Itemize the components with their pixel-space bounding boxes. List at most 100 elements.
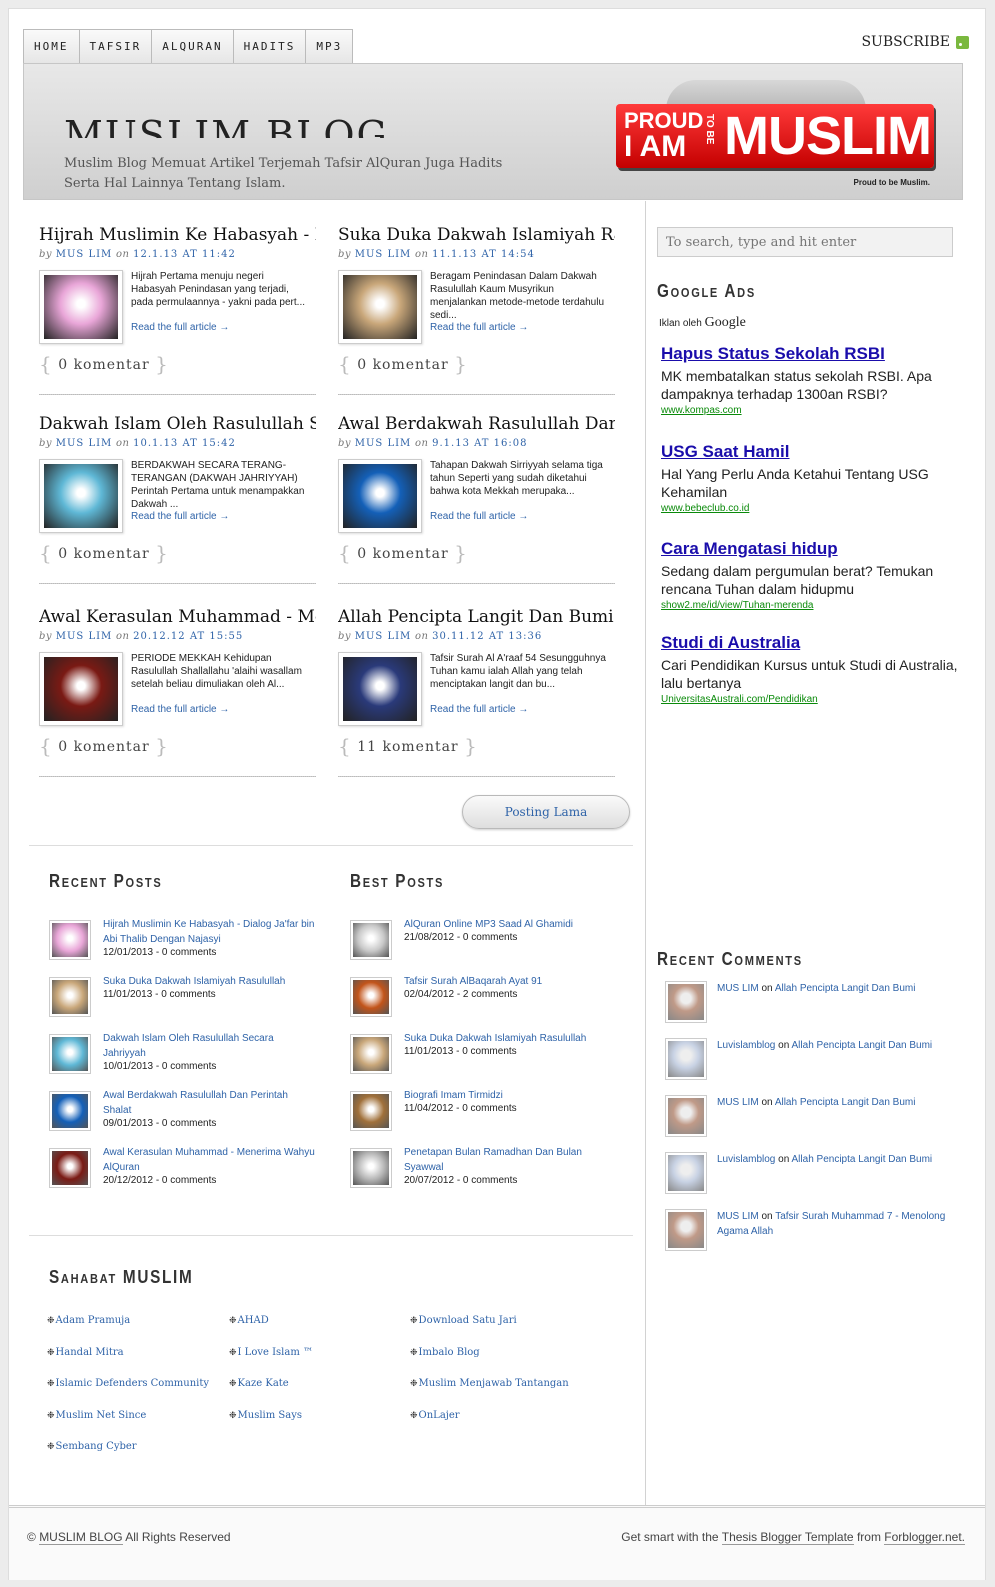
template-credit: Get smart with the Thesis Blogger Templa… [621, 1530, 965, 1545]
nav-mp3[interactable]: MP3 [305, 29, 354, 63]
comment-post-link[interactable]: Allah Pencipta Langit Dan Bumi [792, 1040, 933, 1051]
friend-link[interactable]: ❉Islamic Defenders Community [47, 1378, 209, 1389]
post-thumbnail[interactable] [338, 459, 422, 533]
post-title[interactable]: Hijrah Muslimin Ke Habasyah - Dialog Ja'… [39, 224, 316, 246]
post-author-link[interactable]: MUS LIM [355, 249, 412, 260]
post-card: Dakwah Islam Oleh Rasulullah Secara by MU… [39, 413, 316, 584]
comments-link[interactable]: { 0 komentar } [338, 352, 468, 376]
ad-url-link[interactable]: UniversitasAustrali.com/Pendidikan [661, 694, 961, 705]
post-title[interactable]: Awal Berdakwah Rasulullah Dan Perintah [338, 413, 615, 435]
friend-link[interactable]: ❉Download Satu Jari [410, 1315, 517, 1326]
mini-post-thumbnail[interactable] [49, 977, 91, 1017]
ads-by-google[interactable]: Iklan oleh Google [659, 315, 746, 331]
ad-title-link[interactable]: Hapus Status Sekolah RSBI [661, 344, 961, 364]
thesis-template-link[interactable]: Thesis Blogger Template [721, 1530, 854, 1545]
friend-link[interactable]: ❉Adam Pramuja [47, 1315, 130, 1326]
ad-url-link[interactable]: www.kompas.com [661, 405, 961, 416]
read-more-link[interactable]: Read the full article → [131, 322, 229, 333]
comments-link[interactable]: { 0 komentar } [39, 352, 169, 376]
ad-title-link[interactable]: Cara Mengatasi hidup [661, 539, 961, 559]
nav-hadits[interactable]: HADITS [232, 29, 307, 63]
read-more-link[interactable]: Read the full article → [430, 322, 528, 333]
nav-tafsir[interactable]: TAFSIR [78, 29, 153, 63]
post-thumbnail[interactable] [39, 270, 123, 344]
comment-post-link[interactable]: Allah Pencipta Langit Dan Bumi [775, 983, 916, 994]
mini-post-title[interactable]: Awal Berdakwah Rasulullah Dan Perintah S… [103, 1088, 318, 1118]
site-title[interactable]: MUSLIM BLOG [64, 114, 389, 138]
friend-link[interactable]: ❉Kaze Kate [229, 1378, 289, 1389]
mini-post-title[interactable]: Dakwah Islam Oleh Rasulullah Secara Jahr… [103, 1031, 318, 1061]
read-more-link[interactable]: Read the full article → [131, 704, 229, 715]
post-thumbnail[interactable] [39, 652, 123, 726]
avatar[interactable] [665, 1095, 707, 1137]
mini-post-thumbnail[interactable] [49, 920, 91, 960]
post-author-link[interactable]: MUS LIM [56, 249, 113, 260]
footer-blog-link[interactable]: MUSLIM BLOG [39, 1530, 123, 1545]
comment-author-link[interactable]: Luvislamblog [717, 1040, 775, 1051]
friend-link[interactable]: ❉Sembang Cyber [47, 1441, 137, 1452]
mini-post-thumbnail[interactable] [350, 1034, 392, 1074]
friend-link[interactable]: ❉Muslim Says [229, 1410, 302, 1421]
subscribe-link[interactable]: SUBSCRIBE [861, 34, 969, 50]
mini-post-title[interactable]: Penetapan Bulan Ramadhan Dan Bulan Syaww… [404, 1145, 619, 1175]
comment-post-link[interactable]: Allah Pencipta Langit Dan Bumi [775, 1097, 916, 1108]
post-thumbnail[interactable] [338, 270, 422, 344]
mini-post-title[interactable]: Suka Duka Dakwah Islamiyah Rasulullah [404, 1031, 619, 1046]
nav-home[interactable]: HOME [23, 29, 80, 63]
comments-link[interactable]: { 0 komentar } [39, 734, 169, 758]
friend-link[interactable]: ❉Muslim Menjawab Tantangan [410, 1378, 569, 1389]
mini-post-title[interactable]: Awal Kerasulan Muhammad - Menerima Wahyu… [103, 1145, 318, 1175]
ad-title-link[interactable]: Studi di Australia [661, 633, 961, 653]
friend-link[interactable]: ❉I Love Islam ™ [229, 1347, 313, 1358]
mini-post-thumbnail[interactable] [350, 1148, 392, 1188]
friend-link[interactable]: ❉Muslim Net Since [47, 1410, 146, 1421]
post-author-link[interactable]: MUS LIM [56, 631, 113, 642]
mini-post-title[interactable]: Hijrah Muslimin Ke Habasyah - Dialog Ja'… [103, 917, 318, 947]
mini-post-thumbnail[interactable] [350, 977, 392, 1017]
mini-post-title[interactable]: Suka Duka Dakwah Islamiyah Rasulullah [103, 974, 318, 989]
avatar[interactable] [665, 981, 707, 1023]
ad-url-link[interactable]: show2.me/id/view/Tuhan-merenda [661, 600, 961, 611]
read-more-link[interactable]: Read the full article → [430, 511, 528, 522]
post-title[interactable]: Awal Kerasulan Muhammad - Menerima [39, 606, 316, 628]
comments-link[interactable]: { 11 komentar } [338, 734, 478, 758]
post-title[interactable]: Suka Duka Dakwah Islamiyah Rasulullah [338, 224, 615, 246]
mini-post-thumbnail[interactable] [350, 920, 392, 960]
friend-link[interactable]: ❉OnLajer [410, 1410, 460, 1421]
forblogger-link[interactable]: Forblogger.net. [884, 1530, 965, 1545]
post-author-link[interactable]: MUS LIM [56, 438, 113, 449]
ad-title-link[interactable]: USG Saat Hamil [661, 442, 961, 462]
comment-author-link[interactable]: MUS LIM [717, 983, 759, 994]
nav-alquran[interactable]: ALQURAN [151, 29, 234, 63]
read-more-link[interactable]: Read the full article → [131, 511, 229, 522]
comment-post-link[interactable]: Allah Pencipta Langit Dan Bumi [792, 1154, 933, 1165]
post-author-link[interactable]: MUS LIM [355, 631, 412, 642]
comment-author-link[interactable]: MUS LIM [717, 1097, 759, 1108]
comment-author-link[interactable]: MUS LIM [717, 1211, 759, 1222]
older-posts-button[interactable]: Posting Lama [462, 795, 630, 829]
comments-link[interactable]: { 0 komentar } [39, 541, 169, 565]
comment-author-link[interactable]: Luvislamblog [717, 1154, 775, 1165]
post-thumbnail[interactable] [39, 459, 123, 533]
mini-post-title[interactable]: Tafsir Surah AlBaqarah Ayat 91 [404, 974, 619, 989]
post-title[interactable]: Allah Pencipta Langit Dan Bumi [338, 606, 615, 628]
mini-post-thumbnail[interactable] [49, 1091, 91, 1131]
avatar[interactable] [665, 1152, 707, 1194]
avatar[interactable] [665, 1038, 707, 1080]
mini-post-thumbnail[interactable] [49, 1034, 91, 1074]
post-thumbnail[interactable] [338, 652, 422, 726]
mini-post-title[interactable]: AlQuran Online MP3 Saad Al Ghamidi [404, 917, 619, 932]
ad-url-link[interactable]: www.bebeclub.co.id [661, 503, 961, 514]
post-title[interactable]: Dakwah Islam Oleh Rasulullah Secara [39, 413, 316, 435]
friend-link[interactable]: ❉Handal Mitra [47, 1347, 124, 1358]
friend-link[interactable]: ❉Imbalo Blog [410, 1347, 480, 1358]
mini-post-title[interactable]: Biografi Imam Tirmidzi [404, 1088, 619, 1103]
search-input[interactable] [657, 227, 953, 257]
mini-post-thumbnail[interactable] [350, 1091, 392, 1131]
comments-link[interactable]: { 0 komentar } [338, 541, 468, 565]
friend-link[interactable]: ❉AHAD [229, 1315, 269, 1326]
avatar[interactable] [665, 1209, 707, 1251]
post-author-link[interactable]: MUS LIM [355, 438, 412, 449]
read-more-link[interactable]: Read the full article → [430, 704, 528, 715]
mini-post-thumbnail[interactable] [49, 1148, 91, 1188]
